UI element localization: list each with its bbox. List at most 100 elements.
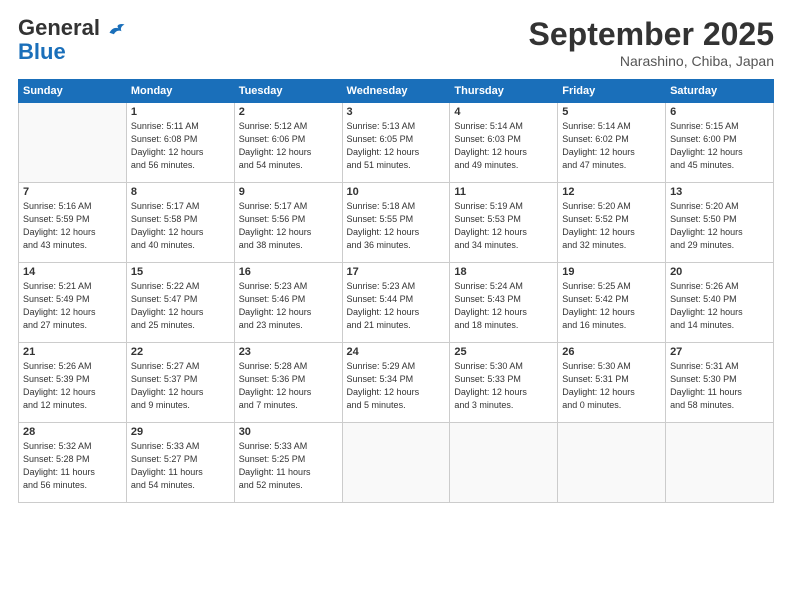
day-info: Sunrise: 5:17 AM Sunset: 5:56 PM Dayligh… (239, 200, 338, 252)
day-info: Sunrise: 5:13 AM Sunset: 6:05 PM Dayligh… (347, 120, 446, 172)
weekday-friday: Friday (558, 80, 666, 103)
day-cell: 2 Sunrise: 5:12 AM Sunset: 6:06 PM Daylig… (234, 103, 342, 183)
day-info: Sunrise: 5:14 AM Sunset: 6:02 PM Dayligh… (562, 120, 661, 172)
day-number: 1 (131, 106, 230, 118)
day-info: Sunrise: 5:21 AM Sunset: 5:49 PM Dayligh… (23, 280, 122, 332)
day-number: 23 (239, 346, 338, 358)
day-info: Sunrise: 5:17 AM Sunset: 5:58 PM Dayligh… (131, 200, 230, 252)
day-cell (558, 423, 666, 503)
day-number: 2 (239, 106, 338, 118)
day-info: Sunrise: 5:32 AM Sunset: 5:28 PM Dayligh… (23, 440, 122, 492)
day-cell: 19 Sunrise: 5:25 AM Sunset: 5:42 PM Dayli… (558, 263, 666, 343)
day-cell: 5 Sunrise: 5:14 AM Sunset: 6:02 PM Daylig… (558, 103, 666, 183)
day-cell: 4 Sunrise: 5:14 AM Sunset: 6:03 PM Daylig… (450, 103, 558, 183)
day-info: Sunrise: 5:27 AM Sunset: 5:37 PM Dayligh… (131, 360, 230, 412)
header: General Blue September 2025 Narashino, C… (18, 16, 774, 69)
day-number: 26 (562, 346, 661, 358)
calendar: SundayMondayTuesdayWednesdayThursdayFrid… (18, 79, 774, 503)
day-info: Sunrise: 5:29 AM Sunset: 5:34 PM Dayligh… (347, 360, 446, 412)
day-cell: 27 Sunrise: 5:31 AM Sunset: 5:30 PM Dayli… (666, 343, 774, 423)
day-cell: 23 Sunrise: 5:28 AM Sunset: 5:36 PM Dayli… (234, 343, 342, 423)
day-info: Sunrise: 5:23 AM Sunset: 5:44 PM Dayligh… (347, 280, 446, 332)
day-cell (450, 423, 558, 503)
day-cell: 17 Sunrise: 5:23 AM Sunset: 5:44 PM Dayli… (342, 263, 450, 343)
logo-blue-text: Blue (18, 40, 66, 64)
day-cell: 8 Sunrise: 5:17 AM Sunset: 5:58 PM Daylig… (126, 183, 234, 263)
day-number: 28 (23, 426, 122, 438)
bird-icon (108, 20, 126, 38)
day-number: 14 (23, 266, 122, 278)
day-info: Sunrise: 5:28 AM Sunset: 5:36 PM Dayligh… (239, 360, 338, 412)
day-number: 17 (347, 266, 446, 278)
day-number: 30 (239, 426, 338, 438)
day-cell: 25Sunrise: 5:30 AM Sunset: 5:33 PM Dayli… (450, 343, 558, 423)
day-number: 11 (454, 186, 553, 198)
day-info: Sunrise: 5:18 AM Sunset: 5:55 PM Dayligh… (347, 200, 446, 252)
day-info: Sunrise: 5:33 AM Sunset: 5:27 PM Dayligh… (131, 440, 230, 492)
day-number: 25 (454, 346, 553, 358)
day-number: 18 (454, 266, 553, 278)
day-number: 29 (131, 426, 230, 438)
day-number: 5 (562, 106, 661, 118)
week-row-1: 1 Sunrise: 5:11 AM Sunset: 6:08 PM Daylig… (19, 103, 774, 183)
day-number: 19 (562, 266, 661, 278)
day-number: 7 (23, 186, 122, 198)
day-number: 3 (347, 106, 446, 118)
day-info: Sunrise: 5:25 AM Sunset: 5:42 PM Dayligh… (562, 280, 661, 332)
day-cell: 30 Sunrise: 5:33 AM Sunset: 5:25 PM Dayli… (234, 423, 342, 503)
day-number: 9 (239, 186, 338, 198)
day-info: Sunrise: 5:12 AM Sunset: 6:06 PM Dayligh… (239, 120, 338, 172)
weekday-sunday: Sunday (19, 80, 127, 103)
day-cell: 18 Sunrise: 5:24 AM Sunset: 5:43 PM Dayli… (450, 263, 558, 343)
day-number: 6 (670, 106, 769, 118)
day-number: 16 (239, 266, 338, 278)
day-cell: 21 Sunrise: 5:26 AM Sunset: 5:39 PM Dayli… (19, 343, 127, 423)
day-cell: 16 Sunrise: 5:23 AM Sunset: 5:46 PM Dayli… (234, 263, 342, 343)
title-block: September 2025 Narashino, Chiba, Japan (529, 16, 774, 69)
day-number: 4 (454, 106, 553, 118)
day-number: 12 (562, 186, 661, 198)
logo: General Blue (18, 16, 126, 64)
day-cell (342, 423, 450, 503)
day-info: Sunrise: 5:24 AM Sunset: 5:43 PM Dayligh… (454, 280, 553, 332)
day-number: 21 (23, 346, 122, 358)
day-cell: 15Sunrise: 5:22 AM Sunset: 5:47 PM Dayli… (126, 263, 234, 343)
day-info: Sunrise: 5:26 AM Sunset: 5:40 PM Dayligh… (670, 280, 769, 332)
location: Narashino, Chiba, Japan (529, 53, 774, 69)
day-cell: 28 Sunrise: 5:32 AM Sunset: 5:28 PM Dayli… (19, 423, 127, 503)
day-cell: 12Sunrise: 5:20 AM Sunset: 5:52 PM Dayli… (558, 183, 666, 263)
day-cell: 3 Sunrise: 5:13 AM Sunset: 6:05 PM Daylig… (342, 103, 450, 183)
day-info: Sunrise: 5:30 AM Sunset: 5:31 PM Dayligh… (562, 360, 661, 412)
week-row-5: 28 Sunrise: 5:32 AM Sunset: 5:28 PM Dayli… (19, 423, 774, 503)
day-cell: 13Sunrise: 5:20 AM Sunset: 5:50 PM Dayli… (666, 183, 774, 263)
day-number: 20 (670, 266, 769, 278)
weekday-tuesday: Tuesday (234, 80, 342, 103)
week-row-2: 7 Sunrise: 5:16 AM Sunset: 5:59 PM Daylig… (19, 183, 774, 263)
day-number: 27 (670, 346, 769, 358)
page: General Blue September 2025 Narashino, C… (0, 0, 792, 612)
month-title: September 2025 (529, 16, 774, 53)
day-info: Sunrise: 5:23 AM Sunset: 5:46 PM Dayligh… (239, 280, 338, 332)
day-number: 10 (347, 186, 446, 198)
day-info: Sunrise: 5:16 AM Sunset: 5:59 PM Dayligh… (23, 200, 122, 252)
day-cell: 24 Sunrise: 5:29 AM Sunset: 5:34 PM Dayli… (342, 343, 450, 423)
week-row-3: 14 Sunrise: 5:21 AM Sunset: 5:49 PM Dayli… (19, 263, 774, 343)
day-number: 15 (131, 266, 230, 278)
day-number: 8 (131, 186, 230, 198)
day-info: Sunrise: 5:14 AM Sunset: 6:03 PM Dayligh… (454, 120, 553, 172)
day-cell: 10 Sunrise: 5:18 AM Sunset: 5:55 PM Dayli… (342, 183, 450, 263)
day-number: 13 (670, 186, 769, 198)
day-cell: 1 Sunrise: 5:11 AM Sunset: 6:08 PM Daylig… (126, 103, 234, 183)
day-info: Sunrise: 5:33 AM Sunset: 5:25 PM Dayligh… (239, 440, 338, 492)
day-cell: 6Sunrise: 5:15 AM Sunset: 6:00 PM Daylig… (666, 103, 774, 183)
day-info: Sunrise: 5:26 AM Sunset: 5:39 PM Dayligh… (23, 360, 122, 412)
logo-general-text: General (18, 15, 100, 40)
weekday-thursday: Thursday (450, 80, 558, 103)
day-cell: 22 Sunrise: 5:27 AM Sunset: 5:37 PM Dayli… (126, 343, 234, 423)
day-info: Sunrise: 5:11 AM Sunset: 6:08 PM Dayligh… (131, 120, 230, 172)
day-cell: 7 Sunrise: 5:16 AM Sunset: 5:59 PM Daylig… (19, 183, 127, 263)
week-row-4: 21 Sunrise: 5:26 AM Sunset: 5:39 PM Dayli… (19, 343, 774, 423)
day-number: 22 (131, 346, 230, 358)
day-info: Sunrise: 5:31 AM Sunset: 5:30 PM Dayligh… (670, 360, 769, 412)
day-number: 24 (347, 346, 446, 358)
